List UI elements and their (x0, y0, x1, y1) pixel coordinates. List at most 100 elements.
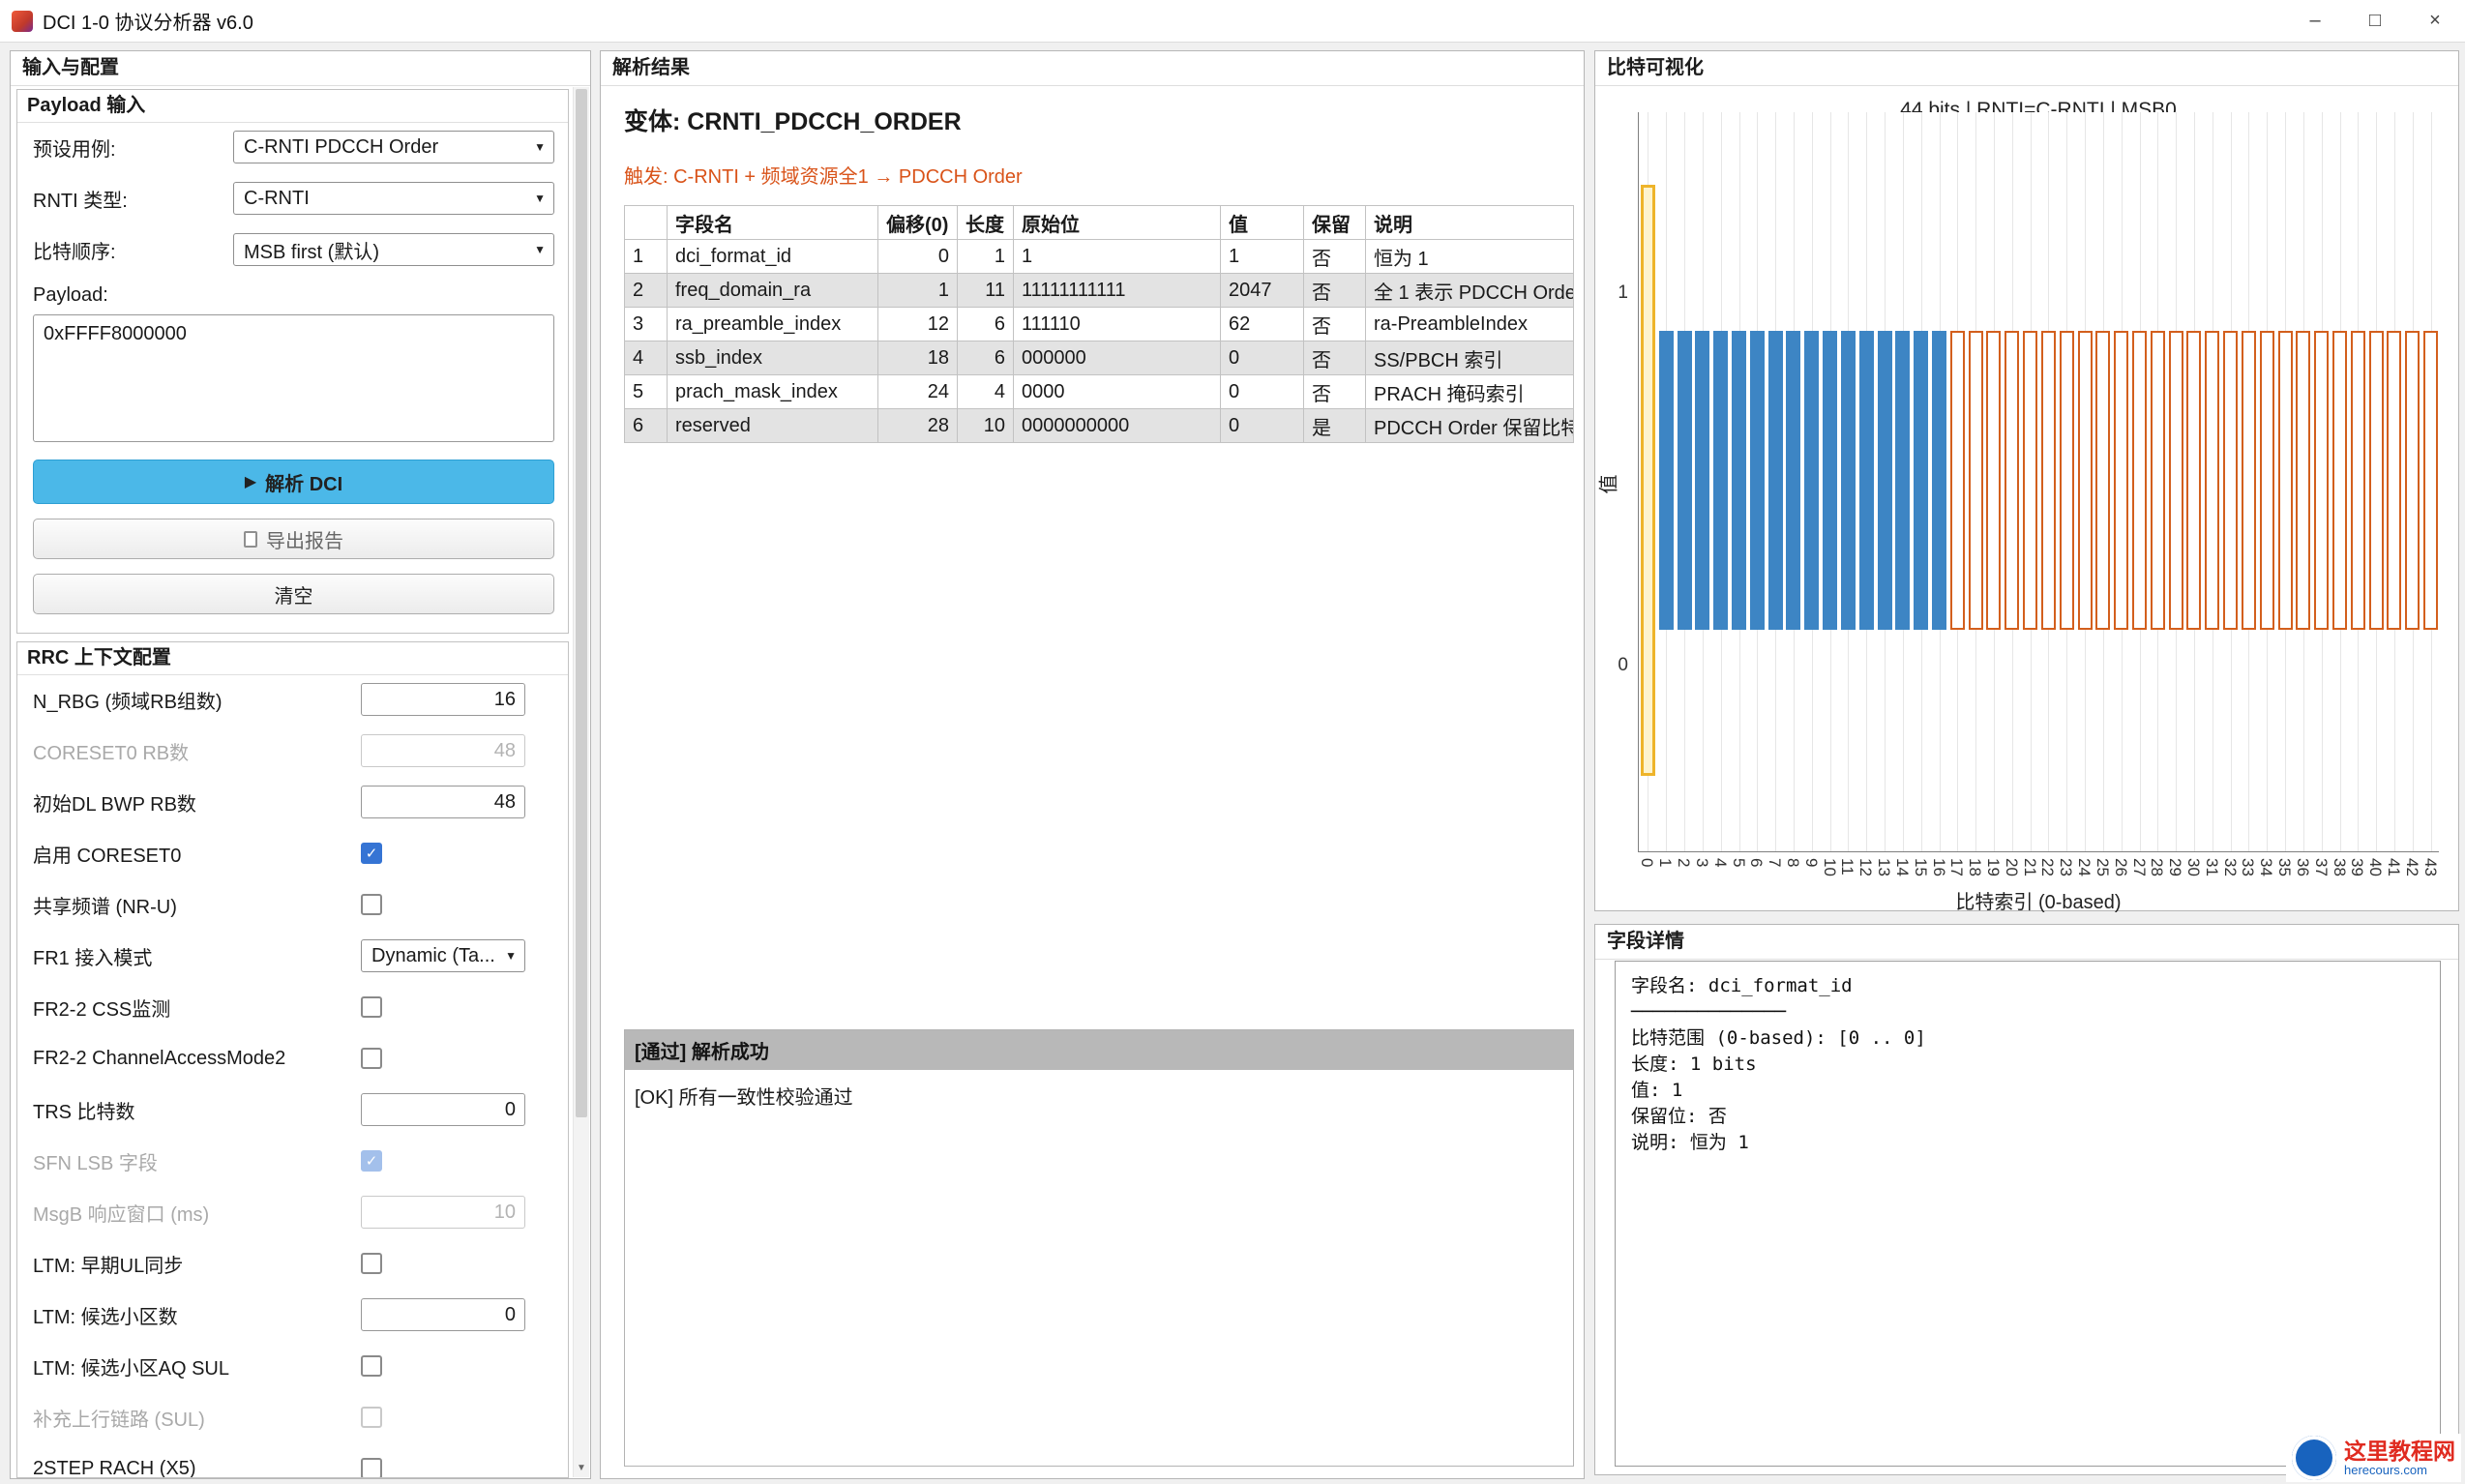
table-cell[interactable]: 4 (957, 374, 1014, 409)
bit-bar-42[interactable] (2405, 331, 2420, 630)
table-cell[interactable]: 5 (624, 374, 668, 409)
clear-button[interactable]: 清空 (33, 574, 554, 614)
bit-bar-9[interactable] (1804, 331, 1820, 630)
table-cell[interactable]: 62 (1220, 307, 1304, 341)
bit-bar-13[interactable] (1877, 331, 1892, 630)
table-cell[interactable]: 0 (1220, 341, 1304, 375)
rrc-number-input[interactable]: 16 (361, 683, 525, 716)
bit-bar-20[interactable] (2005, 331, 2020, 630)
table-cell[interactable]: prach_mask_index (667, 374, 878, 409)
table-cell[interactable]: ra_preamble_index (667, 307, 878, 341)
bit-bar-7[interactable] (1767, 331, 1783, 630)
table-cell[interactable]: 否 (1303, 273, 1366, 308)
bit-bar-37[interactable] (2314, 331, 2330, 630)
bit-bar-10[interactable] (1823, 331, 1838, 630)
bit-bar-4[interactable] (1713, 331, 1729, 630)
table-cell[interactable]: dci_format_id (667, 239, 878, 274)
minimize-button[interactable]: – (2285, 0, 2345, 43)
bit-bar-21[interactable] (2023, 331, 2038, 630)
table-row[interactable]: 6 reserved 28 10 0000000000 0 是 PDCCH Order 保留比… (624, 408, 1574, 443)
scrollbar-down-arrow[interactable]: ▼ (574, 1459, 589, 1476)
table-cell[interactable]: 1 (877, 273, 958, 308)
bit-bar-26[interactable] (2114, 331, 2129, 630)
rrc-number-input[interactable]: 48 (361, 786, 525, 818)
bit-bar-17[interactable] (1949, 331, 1965, 630)
table-cell[interactable]: 11 (957, 273, 1014, 308)
bit-bar-38[interactable] (2332, 331, 2347, 630)
maximize-button[interactable]: □ (2345, 0, 2405, 43)
rrc-checkbox[interactable] (361, 1355, 382, 1377)
table-cell[interactable]: 否 (1303, 341, 1366, 375)
bit-bar-32[interactable] (2223, 331, 2239, 630)
bit-bar-33[interactable] (2241, 331, 2256, 630)
table-cell[interactable]: 6 (624, 408, 668, 443)
rrc-checkbox[interactable] (361, 894, 382, 915)
table-row[interactable]: 1 dci_format_id 0 1 1 1 否恒为 1 (624, 239, 1574, 274)
rrc-number-input[interactable]: 0 (361, 1093, 525, 1126)
bit-bar-5[interactable] (1732, 331, 1746, 630)
bit-bar-36[interactable] (2296, 331, 2311, 630)
bit-bar-35[interactable] (2277, 331, 2293, 630)
table-cell[interactable]: 10 (957, 408, 1014, 443)
bit-bar-2[interactable] (1677, 331, 1692, 630)
left-panel-scrollbar[interactable]: ▼ (573, 87, 589, 1477)
rrc-checkbox[interactable] (361, 1253, 382, 1274)
bit-bar-25[interactable] (2095, 331, 2111, 630)
table-cell[interactable]: 18 (877, 341, 958, 375)
bit-bar-28[interactable] (2150, 331, 2165, 630)
table-cell[interactable]: 111110 (1013, 307, 1221, 341)
table-cell[interactable]: 2047 (1220, 273, 1304, 308)
bit-bar-0[interactable] (1640, 185, 1655, 776)
rnti-type-dropdown[interactable]: C-RNTI ▼ (233, 182, 554, 215)
bit-bar-1[interactable] (1658, 331, 1674, 630)
table-row[interactable]: 2 freq_domain_ra 1 11 11111111111 2047 否全 1 表示… (624, 273, 1574, 308)
table-cell[interactable]: 28 (877, 408, 958, 443)
table-cell[interactable]: 恒为 1 (1365, 239, 1574, 274)
rrc-dropdown[interactable]: Dynamic (Ta... ▼ (361, 939, 525, 972)
table-cell[interactable]: 12 (877, 307, 958, 341)
table-cell[interactable]: 2 (624, 273, 668, 308)
bit-bar-22[interactable] (2040, 331, 2056, 630)
table-cell[interactable]: SS/PBCH 索引 (1365, 341, 1574, 375)
table-row[interactable]: 3 ra_preamble_index 12 6 111110 62 否 ra-Preambl… (624, 307, 1574, 341)
table-cell[interactable]: 1 (1220, 239, 1304, 274)
bit-bar-16[interactable] (1932, 331, 1946, 630)
table-row[interactable]: 4 ssb_index 18 6 000000 0 否 SS/PBCH 索引 (624, 341, 1574, 375)
bit-bar-34[interactable] (2259, 331, 2274, 630)
bit-bar-39[interactable] (2350, 331, 2365, 630)
table-cell[interactable]: 0 (1220, 408, 1304, 443)
table-cell[interactable]: 0 (877, 239, 958, 274)
bit-bar-40[interactable] (2368, 331, 2384, 630)
bit-bar-43[interactable] (2423, 331, 2439, 630)
bit-bar-29[interactable] (2168, 331, 2183, 630)
table-cell[interactable]: ra-PreambleIndex (1365, 307, 1574, 341)
bit-bar-6[interactable] (1749, 331, 1765, 630)
bit-bar-19[interactable] (1986, 331, 2002, 630)
rrc-checkbox[interactable] (361, 1048, 382, 1069)
bit-bar-31[interactable] (2205, 331, 2220, 630)
preset-dropdown[interactable]: C-RNTI PDCCH Order ▼ (233, 131, 554, 163)
bit-bar-12[interactable] (1858, 331, 1874, 630)
export-report-button[interactable]: 导出报告 (33, 519, 554, 559)
table-cell[interactable]: 6 (957, 341, 1014, 375)
rrc-checkbox[interactable] (361, 1458, 382, 1477)
scrollbar-thumb[interactable] (576, 89, 587, 1118)
rrc-checkbox[interactable] (361, 996, 382, 1018)
table-cell[interactable]: 3 (624, 307, 668, 341)
table-cell[interactable]: 1 (1013, 239, 1221, 274)
bit-bar-18[interactable] (1968, 331, 1983, 630)
bit-bar-15[interactable] (1914, 331, 1929, 630)
parse-dci-button[interactable]: ▶ 解析 DCI (33, 460, 554, 504)
bit-bar-23[interactable] (2059, 331, 2074, 630)
bit-bar-14[interactable] (1895, 331, 1911, 630)
table-cell[interactable]: PRACH 掩码索引 (1365, 374, 1574, 409)
table-cell[interactable]: 否 (1303, 239, 1366, 274)
bit-bar-11[interactable] (1840, 331, 1856, 630)
rrc-checkbox[interactable]: ✓ (361, 843, 382, 864)
table-cell[interactable]: 0000 (1013, 374, 1221, 409)
table-cell[interactable]: reserved (667, 408, 878, 443)
table-cell[interactable]: freq_domain_ra (667, 273, 878, 308)
bit-bar-3[interactable] (1695, 331, 1710, 630)
bit-order-dropdown[interactable]: MSB first (默认) ▼ (233, 233, 554, 266)
bit-bar-8[interactable] (1786, 331, 1801, 630)
